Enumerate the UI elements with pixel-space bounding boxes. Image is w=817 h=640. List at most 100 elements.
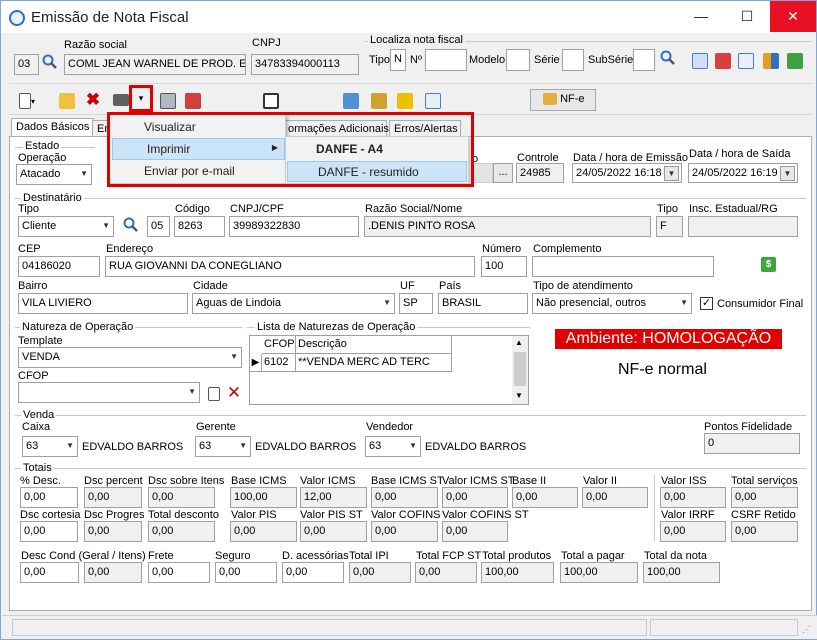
calendar-button[interactable] (259, 89, 283, 111)
dest-razao-field[interactable]: .DENIS PINTO ROSA (364, 216, 651, 237)
dsc-cortesia-field[interactable]: 0,00 (20, 521, 78, 542)
close-button[interactable]: ✕ (770, 1, 816, 32)
cfop-remove-button[interactable]: ✕ (224, 382, 244, 404)
cash-button[interactable] (367, 89, 391, 111)
total-fcp-st-field[interactable]: 0,00 (415, 562, 477, 583)
list-button[interactable] (688, 49, 712, 71)
dest-tipo2-field[interactable]: F (656, 216, 683, 237)
gerente-select[interactable]: 63 ▼ (195, 436, 251, 457)
cfop-add-button[interactable] (204, 382, 224, 404)
grid-button[interactable] (759, 49, 783, 71)
pontos-field[interactable]: 0 (704, 433, 800, 454)
frete-field[interactable]: 0,00 (148, 562, 210, 583)
valor-icms-field[interactable]: 12,00 (300, 487, 367, 508)
scroll-thumb[interactable] (514, 352, 526, 386)
total-servicos-field[interactable]: 0,00 (731, 487, 798, 508)
grid-cell-descricao[interactable]: **VENDA MERC AD TERC (296, 354, 452, 372)
edit-button[interactable] (55, 89, 79, 111)
localizar-button[interactable] (656, 49, 680, 71)
delete-button[interactable]: ✖ (81, 89, 105, 111)
cep-field[interactable]: 04186020 (18, 256, 100, 277)
acessorias-field[interactable]: 0,00 (282, 562, 344, 583)
bairro-field[interactable]: VILA LIVIERO (18, 293, 188, 314)
export-button[interactable] (783, 49, 807, 71)
pais-field[interactable]: BRASIL (438, 293, 528, 314)
dest-tipo-select[interactable]: Cliente ▼ (18, 216, 114, 237)
grid-cell-cfop[interactable]: 6102 (262, 354, 296, 372)
dsc-itens-field[interactable]: 0,00 (148, 487, 215, 508)
valor-pis-st-field[interactable]: 0,00 (300, 521, 367, 542)
modelo-field[interactable] (506, 49, 530, 71)
company-code-field[interactable]: 03 (14, 54, 39, 75)
serie-field[interactable] (562, 49, 584, 71)
valor-iss-field[interactable]: 0,00 (660, 487, 726, 508)
complemento-field[interactable] (532, 256, 714, 277)
report-button[interactable] (339, 89, 363, 111)
atendimento-select[interactable]: Não presencial, outros ▼ (532, 293, 692, 314)
resize-grip-icon[interactable]: ⋰ (802, 624, 811, 635)
numero-field[interactable] (425, 49, 467, 71)
tipo-field[interactable]: N (390, 49, 406, 71)
cnpj-field[interactable]: 34783394000113 (251, 54, 359, 75)
print-queue-button[interactable] (711, 49, 735, 71)
razao-social-field[interactable]: COML JEAN WARNEL DE PROD. ESP. (64, 54, 246, 75)
cnpjcpf-field[interactable]: 39989322830 (229, 216, 359, 237)
truck-button[interactable] (181, 89, 205, 111)
consumidor-final-checkbox[interactable]: ✓ (700, 297, 713, 310)
grid-header-cfop[interactable]: CFOP (262, 336, 296, 354)
valor-cofins-st-field[interactable]: 0,00 (442, 521, 508, 542)
naturezas-grid[interactable]: CFOP Descrição ▶ 6102 **VENDA MERC AD TE… (249, 335, 529, 405)
desc-cond-itens-field[interactable]: 0,00 (84, 562, 142, 583)
data-emissao-picker[interactable]: 24/05/2022 16:18 ▼ (572, 163, 682, 183)
ie-field[interactable] (688, 216, 798, 237)
copy-button[interactable] (156, 89, 180, 111)
vendedor-select[interactable]: 63 ▼ (365, 436, 421, 457)
cidade-select[interactable]: Aguas de Lindoia ▼ (192, 293, 395, 314)
valor-icms-st-field[interactable]: 0,00 (442, 487, 508, 508)
controle-field[interactable]: 24985 (516, 163, 564, 183)
nfe-button[interactable]: NF-e (530, 89, 596, 111)
desc-cond-geral-field[interactable]: 0,00 (20, 562, 79, 583)
total-ipi-field[interactable]: 0,00 (349, 562, 411, 583)
template-select[interactable]: VENDA ▼ (18, 347, 242, 368)
valor-cofins-field[interactable]: 0,00 (371, 521, 438, 542)
operacao-select[interactable]: Atacado ▼ (16, 164, 92, 185)
dsc-progres-field[interactable]: 0,00 (84, 521, 142, 542)
codigo-prefix-field[interactable]: 05 (147, 216, 170, 237)
subserie-field[interactable] (633, 49, 655, 71)
grid-header-descricao[interactable]: Descrição (296, 336, 452, 354)
search-cliente-button[interactable] (120, 216, 142, 238)
valor-ii-field[interactable]: 0,00 (582, 487, 648, 508)
cfop-select[interactable]: ▼ (18, 382, 200, 403)
search-company-button[interactable] (39, 53, 61, 75)
base-icms-field[interactable]: 100,00 (230, 487, 297, 508)
total-pagar-field[interactable]: 100,00 (560, 562, 638, 583)
desc-perc-field[interactable]: 0,00 (20, 487, 78, 508)
tab-dados-basicos[interactable]: Dados Básicos (11, 118, 95, 137)
total-desconto-field[interactable]: 0,00 (148, 521, 215, 542)
maximize-button[interactable]: ☐ (724, 1, 770, 32)
csrf-retido-field[interactable]: 0,00 (731, 521, 798, 542)
uf-field[interactable]: SP (399, 293, 433, 314)
new-button[interactable]: ▾ (15, 89, 39, 111)
money-icon[interactable]: $ (761, 257, 776, 272)
document-button[interactable] (734, 49, 758, 71)
lock-button[interactable] (393, 89, 417, 111)
total-nota-field[interactable]: 100,00 (643, 562, 720, 583)
notes-button[interactable] (421, 89, 445, 111)
base-ii-field[interactable]: 0,00 (512, 487, 578, 508)
grid-scrollbar[interactable]: ▲ ▼ (512, 336, 528, 404)
seguro-field[interactable]: 0,00 (215, 562, 277, 583)
valor-pis-field[interactable]: 0,00 (230, 521, 297, 542)
endereco-field[interactable]: RUA GIOVANNI DA CONEGLIANO (105, 256, 475, 277)
numero-end-field[interactable]: 100 (481, 256, 527, 277)
codigo-field[interactable]: 8263 (174, 216, 225, 237)
caixa-select[interactable]: 63 ▼ (22, 436, 78, 457)
valor-irrf-field[interactable]: 0,00 (660, 521, 726, 542)
data-saida-picker[interactable]: 24/05/2022 16:19 ▼ (688, 163, 798, 183)
dsc-percent-field[interactable]: 0,00 (84, 487, 142, 508)
total-produtos-field[interactable]: 100,00 (481, 562, 554, 583)
minimize-button[interactable]: — (678, 1, 724, 32)
ellipsis-button[interactable]: ... (493, 163, 513, 183)
base-icms-st-field[interactable]: 0,00 (371, 487, 438, 508)
